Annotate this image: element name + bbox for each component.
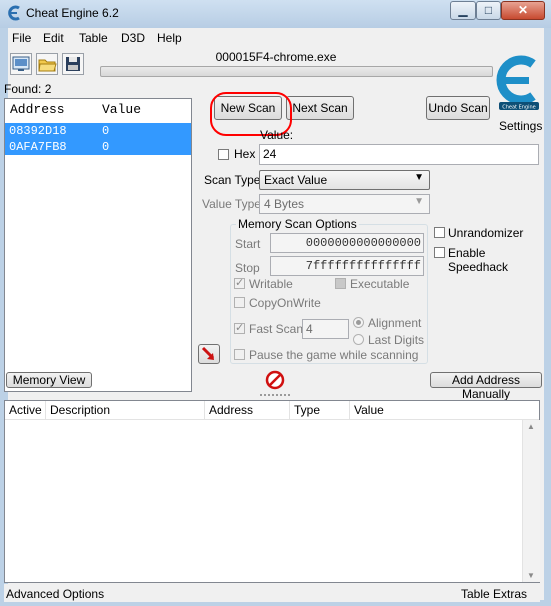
cheat-engine-app-icon bbox=[8, 5, 20, 21]
settings-link[interactable]: Settings bbox=[499, 119, 542, 133]
table-column-active[interactable]: Active bbox=[5, 401, 46, 419]
radio-dot bbox=[356, 320, 361, 325]
results-column-address[interactable]: Address bbox=[10, 102, 65, 117]
checkmark-icon: ✓ bbox=[235, 322, 245, 334]
results-column-value[interactable]: Value bbox=[102, 102, 141, 117]
copy-on-write-checkbox[interactable] bbox=[234, 297, 245, 308]
found-count: Found: 2 bbox=[4, 82, 52, 96]
executable-checkbox[interactable] bbox=[335, 278, 346, 289]
start-label: Start bbox=[235, 237, 261, 251]
table-column-address[interactable]: Address bbox=[205, 401, 290, 419]
value-type-value: 4 Bytes bbox=[264, 197, 305, 211]
pause-game-checkbox[interactable] bbox=[234, 349, 245, 360]
value-label: Value: bbox=[260, 128, 294, 142]
alignment-label: Alignment bbox=[368, 316, 422, 330]
scroll-down-icon[interactable]: ▼ bbox=[527, 571, 535, 580]
cheat-engine-window: Cheat Engine 6.2 ▁ □ ✕ File Edit Table D… bbox=[0, 0, 551, 606]
value-input[interactable]: 24 bbox=[259, 144, 539, 165]
hex-checkbox[interactable] bbox=[218, 149, 229, 160]
next-scan-button[interactable]: Next Scan bbox=[286, 96, 354, 120]
fast-scan-label: Fast Scan bbox=[249, 322, 304, 336]
scroll-up-icon[interactable]: ▲ bbox=[527, 422, 535, 431]
fast-scan-input[interactable]: 4 bbox=[302, 319, 349, 339]
process-name: 000015F4-chrome.exe bbox=[215, 50, 337, 64]
status-bar: Advanced Options Table Extras bbox=[4, 584, 540, 602]
red-arrow-icon bbox=[201, 346, 215, 360]
close-button[interactable]: ✕ bbox=[501, 1, 545, 20]
pause-game-label: Pause the game while scanning bbox=[249, 348, 419, 362]
table-column-type[interactable]: Type bbox=[290, 401, 350, 419]
copy-on-write-label: CopyOnWrite bbox=[249, 296, 321, 310]
menu-d3d[interactable]: D3D bbox=[121, 31, 145, 45]
alignment-radio[interactable] bbox=[353, 317, 364, 328]
result-value: 0 bbox=[102, 124, 110, 138]
unrandomizer-checkbox[interactable] bbox=[434, 227, 445, 238]
writable-checkbox[interactable]: ✓ bbox=[234, 277, 245, 289]
scan-progress-bar bbox=[100, 66, 493, 77]
title-bar[interactable]: Cheat Engine 6.2 ▁ □ ✕ bbox=[0, 0, 551, 28]
scan-results-list[interactable]: Address Value 08392D18 0 0AFA7FB8 0 bbox=[4, 98, 192, 392]
last-digits-label: Last Digits bbox=[368, 333, 425, 347]
advanced-options-link[interactable]: Advanced Options bbox=[6, 587, 104, 601]
result-address: 0AFA7FB8 bbox=[9, 140, 67, 154]
minimize-button[interactable]: ▁ bbox=[450, 1, 476, 20]
value-type-select[interactable]: 4 Bytes ▼ bbox=[259, 194, 430, 214]
add-to-table-button[interactable] bbox=[198, 344, 220, 364]
chevron-down-icon: ▼ bbox=[414, 172, 424, 183]
table-column-value[interactable]: Value bbox=[350, 401, 539, 419]
stop-address-input[interactable]: 7fffffffffffffff bbox=[270, 256, 424, 276]
table-row[interactable]: 08392D18 0 bbox=[5, 123, 191, 139]
memory-view-button[interactable]: Memory View bbox=[6, 372, 92, 388]
menu-bar: File Edit Table D3D Help bbox=[8, 28, 544, 48]
enable-speedhack-checkbox[interactable] bbox=[434, 247, 445, 258]
fast-scan-checkbox[interactable]: ✓ bbox=[234, 322, 245, 334]
table-header-divider bbox=[5, 419, 539, 420]
stop-label: Stop bbox=[235, 261, 260, 275]
result-value: 0 bbox=[102, 140, 110, 154]
value-type-label: Value Type bbox=[202, 197, 261, 211]
table-extras-link[interactable]: Table Extras bbox=[461, 587, 527, 601]
scan-type-label: Scan Type bbox=[204, 173, 261, 187]
unrandomizer-label: Unrandomizer bbox=[448, 226, 524, 240]
window-title: Cheat Engine 6.2 bbox=[26, 6, 119, 20]
menu-help[interactable]: Help bbox=[157, 31, 182, 45]
table-row[interactable]: 0AFA7FB8 0 bbox=[5, 139, 191, 155]
writable-label: Writable bbox=[249, 277, 293, 291]
undo-scan-button[interactable]: Undo Scan bbox=[426, 96, 490, 120]
last-digits-radio[interactable] bbox=[353, 334, 364, 345]
add-address-manually-button[interactable]: Add Address Manually bbox=[430, 372, 542, 401]
main-client-area: File Edit Table D3D Help 000015F4-chrome… bbox=[4, 28, 545, 602]
menu-file[interactable]: File bbox=[12, 31, 31, 45]
enable-speedhack-label: Enable Speedhack bbox=[448, 246, 509, 274]
cheat-engine-logo-icon[interactable]: Cheat Engine bbox=[493, 50, 545, 114]
result-address: 08392D18 bbox=[9, 124, 67, 138]
svg-text:Cheat Engine: Cheat Engine bbox=[502, 105, 536, 111]
table-scrollbar[interactable]: ▲ ▼ bbox=[522, 420, 540, 582]
menu-edit[interactable]: Edit bbox=[43, 31, 64, 45]
chevron-down-icon: ▼ bbox=[414, 196, 424, 207]
splitter-handle[interactable] bbox=[260, 394, 290, 399]
cheat-table[interactable]: Active Description Address Type Value ▲ … bbox=[4, 400, 540, 583]
scan-type-value: Exact Value bbox=[264, 173, 328, 187]
menu-table[interactable]: Table bbox=[79, 31, 108, 45]
scan-type-select[interactable]: Exact Value ▼ bbox=[259, 170, 430, 190]
stop-button[interactable] bbox=[265, 370, 285, 390]
stop-icon bbox=[265, 370, 285, 390]
start-address-input[interactable]: 0000000000000000 bbox=[270, 233, 424, 253]
results-header: Address Value bbox=[5, 99, 191, 117]
maximize-button[interactable]: □ bbox=[476, 1, 501, 20]
checkmark-icon: ✓ bbox=[235, 277, 245, 289]
hex-label: Hex bbox=[234, 147, 256, 161]
table-column-description[interactable]: Description bbox=[46, 401, 205, 419]
executable-label: Executable bbox=[350, 277, 410, 291]
memory-scan-options-title: Memory Scan Options bbox=[236, 217, 359, 231]
